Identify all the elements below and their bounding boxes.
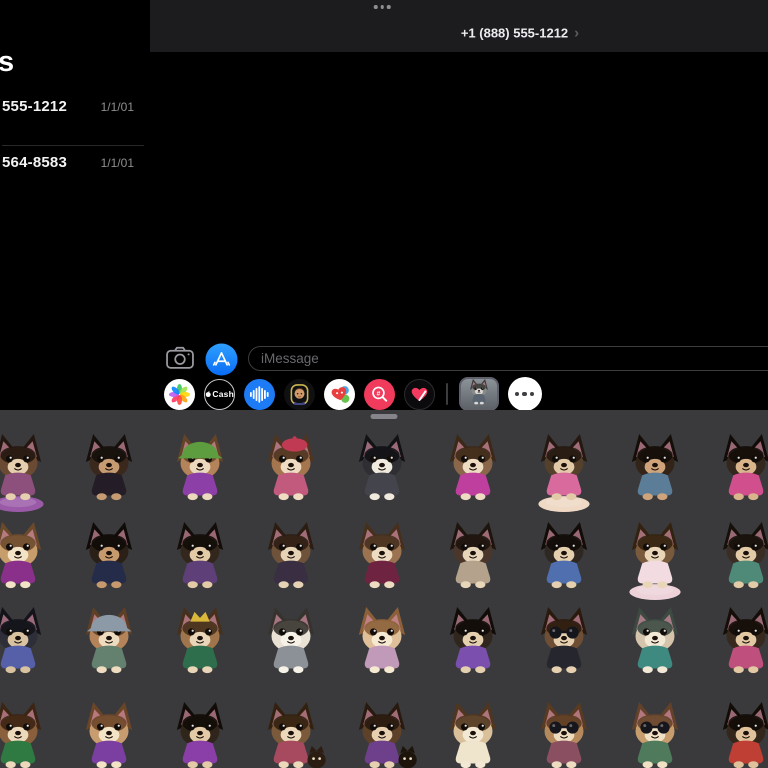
conversation-number: 564-8583 [2,154,67,171]
dot [380,5,384,9]
contact-button[interactable]: +1 (888) 555-1212 › [461,26,579,41]
app-strip-divider [446,383,448,405]
sticker-row [0,514,768,600]
stickers-app-icon[interactable] [324,379,355,410]
imessage-app-strip: Cash # [164,377,542,411]
chevron-right-icon: › [574,26,579,41]
dot [374,5,378,9]
sticker-row [0,694,768,768]
sticker-chihuahua-teal-outfit[interactable] [609,599,700,685]
sticker-chihuahua-on-donut-bed[interactable] [518,426,609,512]
conversation-list-item[interactable]: 555-1212 1/1/01 [2,98,134,115]
more-dots [515,392,535,397]
sticker-black-white-puppy-collar[interactable] [245,599,336,685]
message-input[interactable] [248,346,768,371]
sticker-chihuahua-pink-harness[interactable] [700,426,768,512]
sticker-drawer [0,410,768,768]
sticker-chihuahua-sunglasses-black-jacket[interactable] [518,599,609,685]
sticker-chihuahua-batman-costume[interactable] [63,514,154,600]
conversation-panel: +1 (888) 555-1212 › [150,0,768,410]
sticker-chihuahua-purple-green-scarf[interactable] [154,694,245,768]
camera-icon [166,346,194,372]
sticker-chihuahua-sunglasses-with-puppy[interactable] [609,694,700,768]
sticker-row [0,426,768,512]
sticker-happy-chihuahua-purple-collar[interactable] [427,599,518,685]
conversation-date: 1/1/01 [101,100,134,114]
sticker-black-white-chihuahua[interactable] [336,426,427,512]
sticker-chihuahua-in-purple-sneaker[interactable] [0,426,63,512]
more-apps-button[interactable] [508,377,542,411]
app-store-icon [205,343,238,379]
apple-cash-label: Cash [212,389,234,399]
sticker-peeking-sleepy-chihuahua[interactable] [427,694,518,768]
sidebar-title: s [0,46,14,79]
sticker-puppy-in-pink-bowl-with-hearts[interactable] [609,514,700,600]
sticker-sitting-chihuahua-plaid-coat[interactable] [427,514,518,600]
svg-text:#: # [377,390,381,397]
camera-button[interactable] [166,346,194,372]
dot [387,5,391,9]
sticker-chihuahua-blue-bandana[interactable] [518,514,609,600]
sticker-chihuahua-family-group[interactable] [336,694,427,768]
sticker-row [0,599,768,685]
multitask-indicator[interactable] [374,5,391,9]
conversations-sidebar: s 555-1212 1/1/01 564-8583 1/1/01 [0,0,150,410]
conversation-date: 1/1/01 [101,156,134,170]
conversation-header: +1 (888) 555-1212 › [150,0,768,52]
sticker-chihuahua-green-hoodie-crown[interactable] [154,599,245,685]
app-store-button[interactable] [205,343,238,379]
sticker-chihuahua-green-purple-outfit[interactable] [63,694,154,768]
list-divider [2,145,144,146]
chihuahua-sticker-pack-icon[interactable] [459,377,499,411]
messages-app-window: s 555-1212 1/1/01 564-8583 1/1/01 +1 (888) … [0,0,768,768]
conversation-list-item[interactable]: 564-8583 1/1/01 [2,154,134,171]
memoji-stickers-app-icon[interactable] [284,379,315,410]
contact-name: +1 (888) 555-1212 [461,26,568,41]
sticker-black-and-tan-chihuahua-portrait[interactable] [63,426,154,512]
conversation-number: 555-1212 [2,98,67,115]
sticker-chihuahua-red-bandana[interactable] [700,694,768,768]
audio-message-app-icon[interactable] [244,379,275,410]
sticker-chihuahua-denim-jacket-portrait[interactable] [609,426,700,512]
sticker-chihuahua-dark-vest[interactable] [245,514,336,600]
sticker-chihuahua-purple-cape[interactable] [0,514,63,600]
sticker-chihuahua-green-cap-purple-vest[interactable] [154,426,245,512]
photos-app-icon[interactable] [164,379,195,410]
sticker-cream-chihuahua[interactable] [336,599,427,685]
digital-touch-app-icon[interactable] [404,379,435,410]
sticker-happy-chihuahua-purple-bandana[interactable] [154,514,245,600]
sticker-chihuahua-green-jacket[interactable] [0,694,63,768]
sticker-chihuahua-gray-baseball-cap[interactable] [63,599,154,685]
images-search-app-icon[interactable]: # [364,379,395,410]
apple-cash-app-icon[interactable]: Cash [204,379,235,410]
sticker-chihuahua-maroon-cape[interactable] [336,514,427,600]
sticker-chihuahua-teal-scarf[interactable] [700,514,768,600]
sticker-chihuahua-mom-with-puppies[interactable] [245,694,336,768]
sticker-chihuahua-magenta-jacket[interactable] [427,426,518,512]
sticker-chihuahua-pink-ears-bandana[interactable] [700,599,768,685]
sticker-chihuahua-sunglasses-sitting[interactable] [518,694,609,768]
sticker-chihuahua-red-beret[interactable] [245,426,336,512]
drawer-handle[interactable] [371,414,398,419]
sticker-chihuahua-blue-shirt[interactable] [0,599,63,685]
